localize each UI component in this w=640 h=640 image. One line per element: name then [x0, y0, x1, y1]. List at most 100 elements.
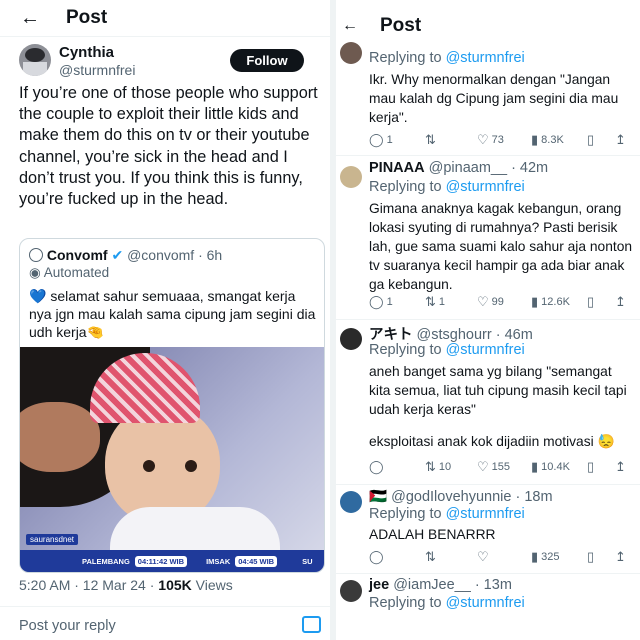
reply-icon[interactable]: ◯ 1: [369, 294, 393, 310]
avatar[interactable]: [340, 491, 362, 513]
repost-icon[interactable]: ⇅ 1: [425, 294, 445, 310]
replying-handle[interactable]: @sturmnfrei: [446, 50, 525, 66]
blue-heart-emoji: 💙: [29, 288, 47, 304]
repost-icon[interactable]: ⇅: [425, 549, 439, 565]
reply-item[interactable]: 🇵🇸 @godIlovehyunnie · 18m Replying to @s…: [336, 485, 640, 574]
avatar[interactable]: [19, 44, 51, 76]
reply-actions: ◯ 1 ⇅ 1 ♡ 99 ▮ 12.6K ▯ ↥: [369, 294, 631, 312]
heart-icon[interactable]: ♡ 99: [477, 294, 504, 310]
convomf-avatar-icon: [29, 248, 43, 262]
ticker-city-time: 04:11:42 WIB: [134, 555, 188, 567]
replying-to: Replying to @sturmnfrei: [369, 595, 525, 611]
reply-time: · 46m: [495, 327, 533, 343]
replying-to: Replying to @sturmnfrei: [369, 50, 525, 66]
bookmark-icon[interactable]: ▯: [587, 459, 597, 475]
heart-icon[interactable]: ♡ 73: [477, 132, 504, 148]
replying-handle[interactable]: @sturmnfrei: [446, 506, 525, 522]
quoted-author-handle[interactable]: @convomf: [127, 247, 194, 263]
replying-handle[interactable]: @sturmnfrei: [446, 342, 525, 358]
reply-time: · 18m: [515, 489, 553, 505]
quoted-post-header: Convomf ✔ @convomf · 6h: [29, 247, 222, 264]
author-name[interactable]: アキト: [369, 327, 413, 343]
reply-actions: ◯ 1 ⇅ ♡ 73 ▮ 8.3K ▯ ↥: [369, 132, 631, 150]
camera-icon[interactable]: [302, 616, 321, 633]
views-icon[interactable]: ▮ 8.3K: [531, 132, 564, 148]
back-arrow-icon[interactable]: ←: [340, 16, 360, 36]
author-handle[interactable]: @stsghourr: [417, 327, 492, 343]
right-replies-panel: ← Post Replying to @sturmnfrei Ikr. Why …: [336, 0, 640, 640]
author-name[interactable]: PINAAA: [369, 160, 425, 176]
share-icon[interactable]: ↥: [615, 459, 629, 475]
reply-text: ADALAH BENARRR: [369, 527, 496, 542]
share-icon[interactable]: ↥: [615, 549, 629, 565]
bookmark-icon[interactable]: ▯: [587, 549, 597, 565]
robot-icon: ◉: [29, 265, 41, 280]
author-name[interactable]: Cynthia: [59, 44, 114, 61]
reply-text-line2: eksploitasi anak kok dijadiin motivasi 😓: [369, 434, 615, 449]
views-label: Views: [195, 577, 233, 593]
share-icon[interactable]: ↥: [615, 294, 629, 310]
repost-icon[interactable]: ⇅: [425, 132, 439, 148]
views-count: 105K: [158, 577, 192, 593]
back-arrow-icon[interactable]: ←: [20, 8, 40, 28]
reply-composer[interactable]: Post your reply: [0, 606, 330, 640]
share-icon[interactable]: ↥: [615, 132, 629, 148]
heart-icon[interactable]: ♡ 155: [477, 459, 510, 475]
ticker-trail: SU: [302, 556, 313, 566]
reply-time: · 13m: [474, 577, 512, 593]
reply-icon[interactable]: ◯: [369, 549, 387, 565]
repost-icon[interactable]: ⇅ 10: [425, 459, 451, 475]
tv-ticker: PALEMBANG 04:11:42 WIB IMSAK 04:45 WIB S…: [20, 550, 324, 572]
author-handle[interactable]: @pinaam__: [429, 160, 507, 176]
reply-item[interactable]: jee @iamJee__ · 13m Replying to @sturmnf…: [336, 574, 640, 640]
reply-input[interactable]: Post your reply: [19, 618, 116, 634]
post-text: If you’re one of those people who suppor…: [19, 84, 318, 209]
reply-item[interactable]: PINAAA @pinaam__ · 42m Replying to @stur…: [336, 156, 640, 320]
reply-item[interactable]: Replying to @sturmnfrei Ikr. Why menorma…: [336, 40, 640, 156]
reply-author: PINAAA @pinaam__ · 42m: [369, 160, 548, 176]
reply-author: 🇵🇸 @godIlovehyunnie · 18m: [369, 488, 553, 505]
replying-handle[interactable]: @sturmnfrei: [446, 595, 525, 611]
channel-logo: sauransdnet: [26, 534, 79, 545]
reply-time: · 42m: [511, 160, 549, 176]
reply-text: Ikr. Why menormalkan dengan "Jangan mau …: [369, 72, 619, 125]
quoted-post-text: 💙 selamat sahur semuaaa, smangat kerja n…: [29, 287, 319, 341]
views-icon[interactable]: ▮ 12.6K: [531, 294, 570, 310]
ticker-city: PALEMBANG: [82, 556, 130, 566]
views-icon[interactable]: ▮ 10.4K: [531, 459, 570, 475]
replying-handle[interactable]: @sturmnfrei: [446, 179, 525, 195]
post-meta: 5:20 AM · 12 Mar 24 · 105K Views: [19, 577, 233, 593]
author-handle[interactable]: @iamJee__: [393, 577, 471, 593]
bookmark-icon[interactable]: ▯: [587, 132, 597, 148]
palestine-flag-emoji: 🇵🇸: [369, 489, 388, 505]
author-name[interactable]: jee: [369, 577, 389, 593]
pinch-emoji: 🤏: [86, 324, 105, 340]
avatar[interactable]: [340, 328, 362, 350]
follow-button[interactable]: Follow: [230, 49, 304, 72]
reply-actions: ◯ ⇅ ♡ ▮ 325 ▯ ↥: [369, 549, 631, 567]
quoted-author-name[interactable]: Convomf: [47, 247, 108, 263]
post-time: 5:20 AM · 12 Mar 24 ·: [19, 577, 155, 593]
reply-text: aneh banget sama yg bilang "semangat kit…: [369, 364, 627, 417]
author-handle[interactable]: @sturmnfrei: [59, 62, 135, 78]
reply-actions: ◯ ⇅ 10 ♡ 155 ▮ 10.4K ▯ ↥: [369, 459, 631, 477]
quoted-text-body: selamat sahur semuaaa, smangat kerja nya…: [29, 288, 316, 340]
avatar[interactable]: [340, 580, 362, 602]
avatar[interactable]: [340, 42, 362, 64]
quoted-post[interactable]: Convomf ✔ @convomf · 6h ◉ Automated 💙 se…: [19, 238, 325, 573]
views-icon[interactable]: ▮ 325: [531, 549, 560, 565]
reply-icon[interactable]: ◯ 1: [369, 132, 393, 148]
automated-label: ◉ Automated: [29, 265, 109, 281]
verified-badge-icon: ✔: [111, 247, 124, 263]
replying-to: Replying to @sturmnfrei: [369, 506, 525, 522]
reply-icon[interactable]: ◯: [369, 459, 387, 475]
heart-icon[interactable]: ♡: [477, 549, 492, 565]
post-author: Cynthia @sturmnfrei Follow: [19, 44, 316, 84]
avatar[interactable]: [340, 166, 362, 188]
author-handle[interactable]: @godIlovehyunnie: [391, 489, 511, 505]
quoted-media-image[interactable]: sauransdnet PALEMBANG 04:11:42 WIB IMSAK…: [20, 347, 324, 572]
left-post-panel: ← Post Cynthia @sturmnfrei Follow If you…: [0, 0, 330, 640]
reply-item[interactable]: アキト @stsghourr · 46m Replying to @sturmn…: [336, 320, 640, 485]
bookmark-icon[interactable]: ▯: [587, 294, 597, 310]
replying-to: Replying to @sturmnfrei: [369, 179, 525, 195]
